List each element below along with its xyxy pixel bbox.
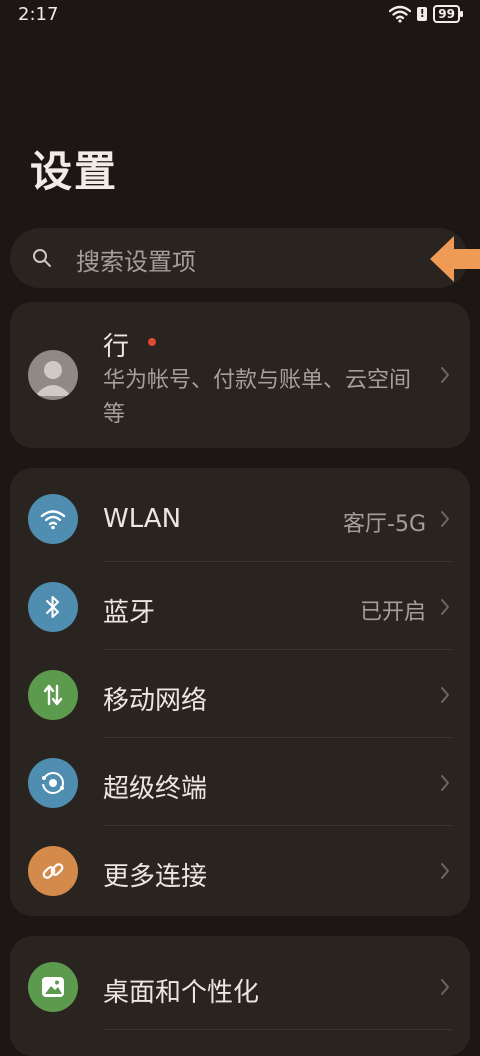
arrow-left-icon xyxy=(430,236,480,282)
status-bar: 2:17 ! 99 xyxy=(0,0,480,30)
account-name: 行 xyxy=(103,332,130,362)
status-time: 2:17 xyxy=(18,4,59,25)
search-icon xyxy=(33,249,51,267)
settings-item-label: WLAN xyxy=(103,504,182,534)
chevron-right-icon xyxy=(441,367,449,383)
mobile-data-icon xyxy=(28,670,78,720)
search-bar[interactable]: 搜索设置项 xyxy=(10,228,468,288)
settings-item-wlan[interactable]: WLAN 客厅-5G xyxy=(10,474,470,562)
divider xyxy=(103,1029,452,1030)
notification-dot xyxy=(148,338,156,346)
chevron-right-icon xyxy=(441,511,449,527)
link-icon xyxy=(28,846,78,896)
chevron-right-icon xyxy=(441,775,449,791)
user-icon xyxy=(35,361,71,396)
alert-icon: ! xyxy=(417,7,428,21)
settings-item-label: 更多连接 xyxy=(103,862,208,892)
account-description: 华为帐号、付款与账单、云空间等 xyxy=(103,368,412,427)
wifi-status-icon xyxy=(389,5,412,23)
wifi-icon xyxy=(28,494,78,544)
settings-item-label: 桌面和个性化 xyxy=(103,978,260,1008)
settings-item-mobile-network[interactable]: 移动网络 xyxy=(10,650,470,738)
chevron-right-icon xyxy=(441,687,449,703)
page-title: 设置 xyxy=(30,147,119,196)
settings-item-bluetooth[interactable]: 蓝牙 已开启 xyxy=(10,562,470,650)
settings-item-label: 移动网络 xyxy=(103,686,208,716)
wallpaper-icon xyxy=(28,962,78,1012)
settings-item-more-connections[interactable]: 更多连接 xyxy=(10,826,470,914)
chevron-right-icon xyxy=(441,979,449,995)
settings-item-home-screen[interactable]: 桌面和个性化 xyxy=(10,942,470,1030)
connection-settings-card: WLAN 客厅-5G 蓝牙 已开启 移动网络 超级终端 更多连接 xyxy=(10,468,470,916)
settings-item-label: 蓝牙 xyxy=(103,598,156,628)
status-icons: ! 99 xyxy=(389,5,463,23)
battery-icon: 99 xyxy=(433,5,463,23)
avatar xyxy=(28,350,78,400)
search-input[interactable]: 搜索设置项 xyxy=(76,242,196,277)
settings-item-super-device[interactable]: 超级终端 xyxy=(10,738,470,826)
bluetooth-icon xyxy=(28,582,78,632)
super-device-icon xyxy=(28,758,78,808)
account-card[interactable]: 行 华为帐号、付款与账单、云空间等 xyxy=(10,302,470,448)
chevron-right-icon xyxy=(441,863,449,879)
chevron-right-icon xyxy=(441,599,449,615)
settings-item-label: 超级终端 xyxy=(103,774,208,804)
settings-item-value: 已开启 xyxy=(359,600,426,625)
display-settings-card: 桌面和个性化 xyxy=(10,936,470,1056)
settings-item-value: 客厅-5G xyxy=(343,512,426,537)
